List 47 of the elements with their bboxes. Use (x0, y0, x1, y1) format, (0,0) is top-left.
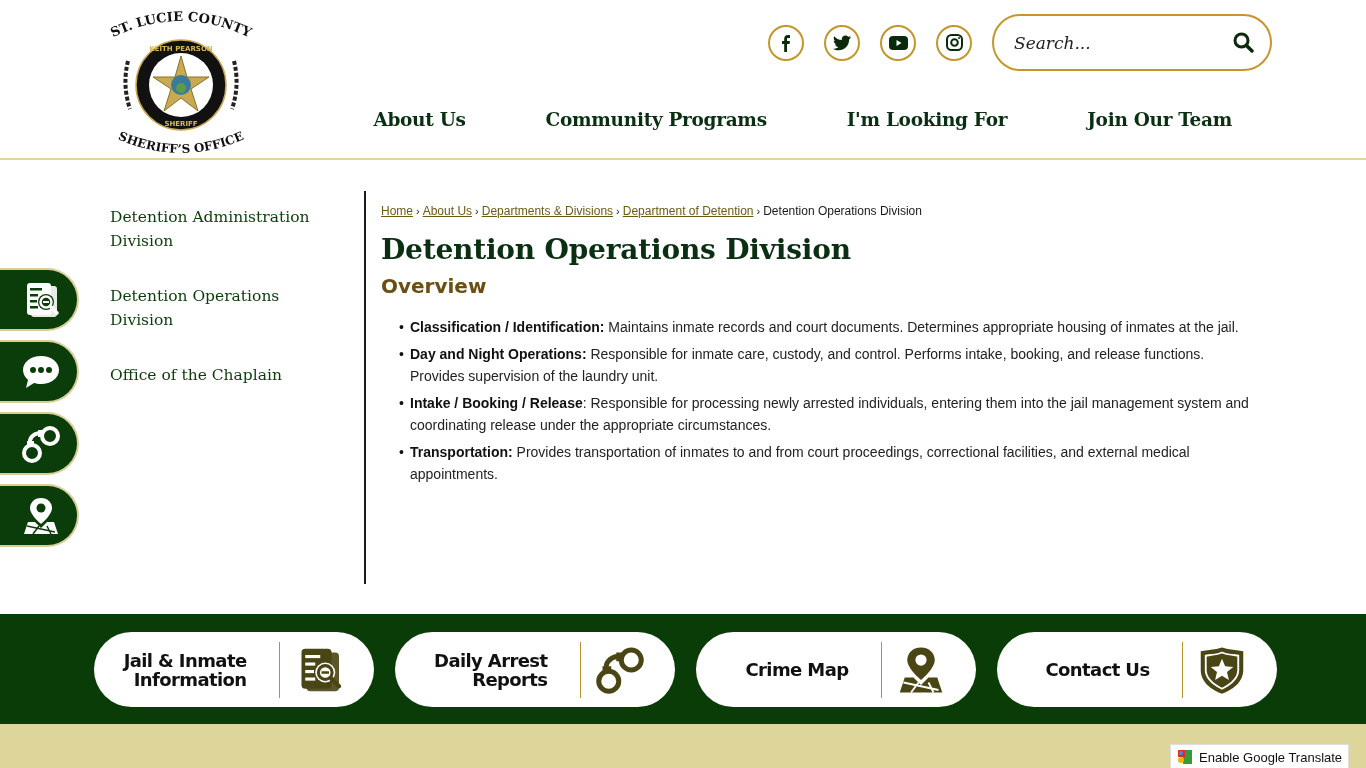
quick-link-button[interactable]: Jail & Inmate Information (93, 632, 374, 707)
side-tab[interactable] (0, 484, 79, 547)
search-icon (1233, 32, 1254, 53)
breadcrumb-separator: › (756, 205, 761, 217)
side-tab[interactable] (0, 340, 79, 403)
nav-link[interactable]: Join Our Team (1087, 107, 1232, 133)
quick-link-button[interactable]: Crime Map (695, 632, 976, 707)
search-field[interactable]: Search... (992, 14, 1272, 71)
breadcrumb-separator: › (416, 205, 420, 217)
section-heading: Overview (381, 273, 488, 300)
breadcrumb-separator: › (475, 205, 479, 217)
bullet: • (399, 394, 405, 413)
breadcrumb-separator: › (616, 205, 620, 217)
breadcrumb-link[interactable]: About Us (422, 204, 473, 218)
nav-link[interactable]: I'm Looking For (846, 107, 1008, 133)
youtube-link[interactable] (880, 24, 916, 61)
facebook-link[interactable] (768, 24, 804, 61)
handcuffs-icon (21, 423, 61, 464)
translate-button[interactable]: Enable Google Translate (1170, 744, 1350, 768)
breadcrumb-link[interactable]: Department of Detention (622, 204, 754, 218)
map-pin-icon (21, 495, 61, 536)
list-item: Transportation: Provides transportation of inmates to and from court proceedings, correctional facilities, and external medical appointments. (410, 443, 1191, 484)
youtube-play-icon (888, 35, 908, 50)
page-title: Detention Operations Division (381, 232, 852, 268)
list-item: Classification / Identification: Maintains inmate records and court documents. Determines appropriate housing of inmates at the jail. (410, 318, 1240, 337)
twitter-link[interactable] (824, 24, 860, 61)
side-nav-link[interactable]: Detention Administration Division (110, 205, 320, 253)
breadcrumb-link[interactable]: Home (381, 204, 413, 218)
side-tab[interactable] (0, 268, 79, 331)
nav-link[interactable]: Community Programs (545, 107, 767, 133)
bullet: • (399, 443, 405, 462)
side-nav-link[interactable]: Office of the Chaplain (110, 363, 320, 387)
list-item: Day and Night Operations: Responsible for inmate care, custody, and control. Performs intake, booking, and release functions. Provides supervision of the laundry unit. (410, 345, 1206, 386)
side-tab[interactable] (0, 412, 79, 475)
list-item: Intake / Booking / Release: Responsible for processing newly arrested individuals, entering them into the jail management system and coordinating release under the appropriate circumstances. (410, 394, 1249, 435)
twitter-bird-icon (833, 34, 851, 51)
quick-link-button[interactable]: Contact Us (996, 632, 1277, 707)
quick-link-button[interactable]: Daily Arrest Reports (394, 632, 675, 707)
instagram-camera-icon (945, 34, 963, 51)
nav-link[interactable]: About Us (373, 107, 466, 133)
instagram-link[interactable] (936, 24, 972, 61)
breadcrumb-current: Detention Operations Division (763, 204, 922, 218)
breadcrumb-link[interactable]: Departments & Divisions (481, 204, 614, 218)
side-nav-link[interactable]: Detention Operations Division (110, 284, 320, 332)
bullet: • (399, 318, 405, 337)
google-logo-icon (1177, 749, 1193, 765)
bullet: • (399, 345, 405, 364)
